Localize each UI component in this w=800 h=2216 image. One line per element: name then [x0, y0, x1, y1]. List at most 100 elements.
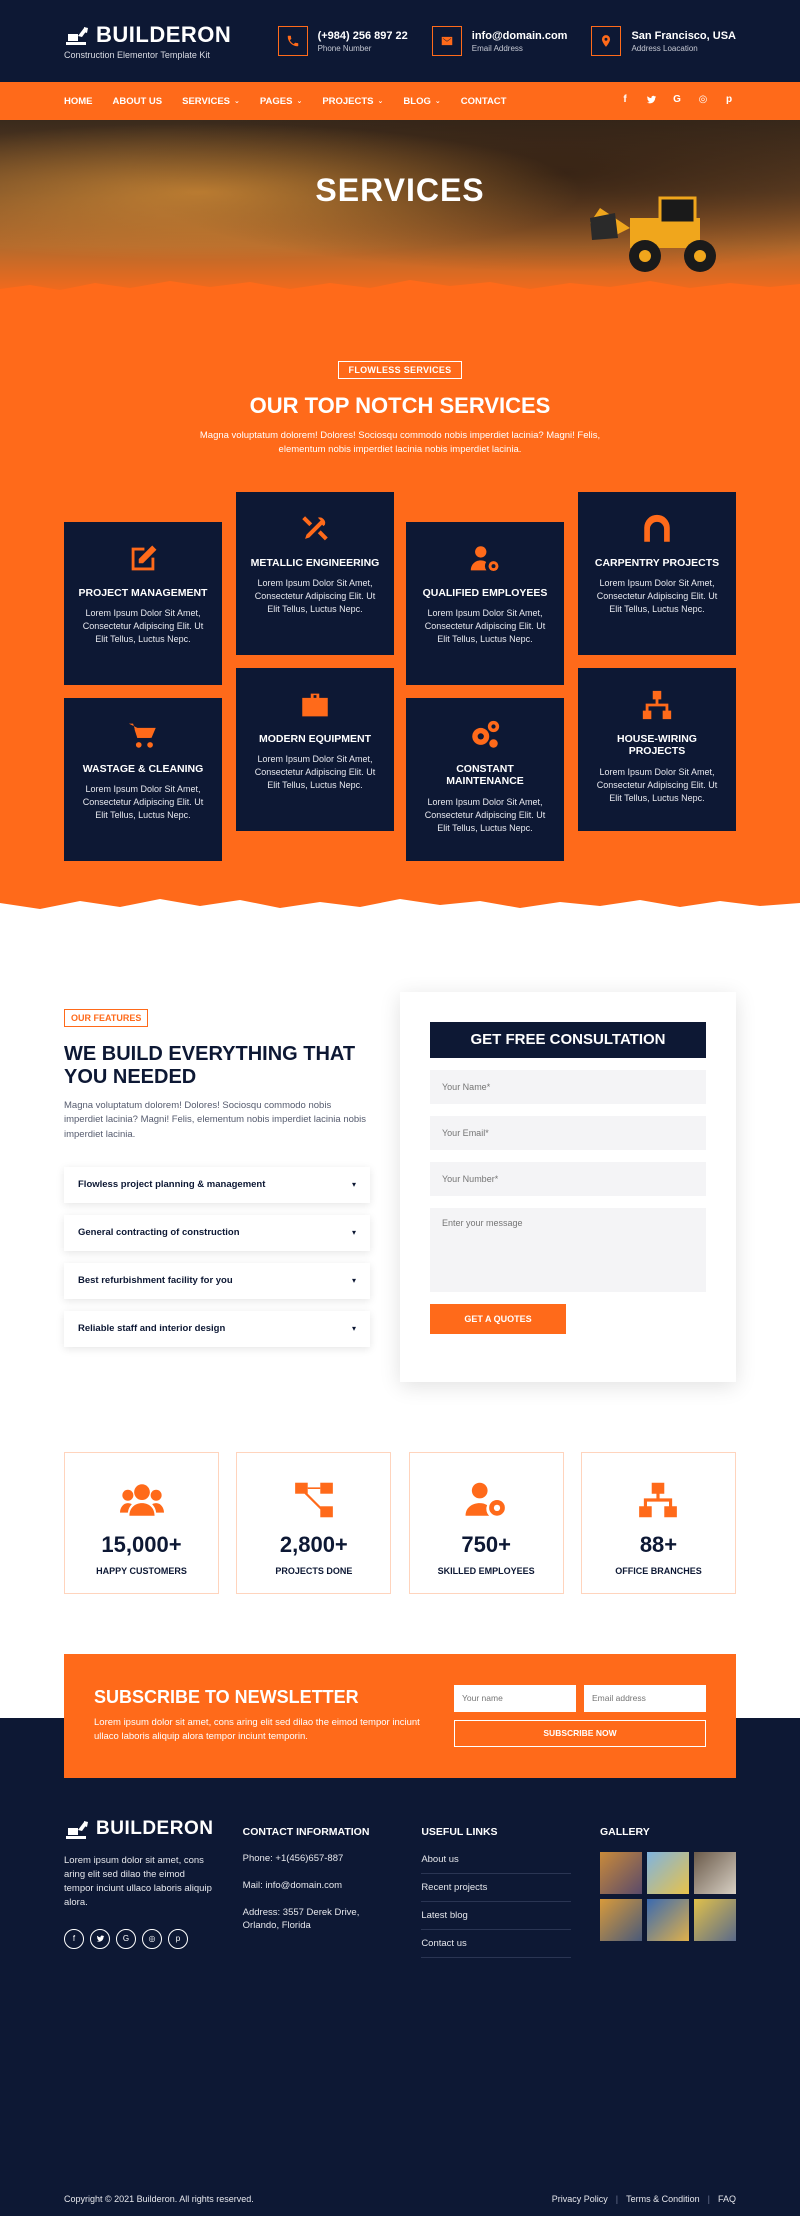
nav-home-label: HOME — [64, 95, 93, 107]
nav-home[interactable]: HOME — [64, 96, 93, 107]
stat-projects-done: 2,800+ PROJECTS DONE — [236, 1451, 392, 1594]
chevron-down-icon: ⌄ — [377, 98, 384, 105]
service-card-metallic-engineering[interactable]: METALLIC ENGINEERING Lorem Ipsum Dolor S… — [236, 491, 394, 655]
brand-tagline: Construction Elementor Template Kit — [64, 50, 210, 60]
pinterest-icon[interactable]: p — [722, 94, 736, 108]
subscribe-button[interactable]: SUBSCRIBE NOW — [454, 1719, 706, 1747]
user-gear-icon — [465, 1482, 506, 1516]
number-field[interactable] — [430, 1161, 706, 1196]
divider: | — [615, 2193, 619, 2204]
gallery-image[interactable] — [693, 1851, 736, 1894]
gallery-image[interactable] — [599, 1851, 642, 1894]
accordion-item[interactable]: Best refurbishment facility for you ▾ — [64, 1262, 370, 1299]
newsletter-name-input[interactable] — [454, 1684, 576, 1712]
contact-phone-label: Phone Number — [317, 43, 372, 53]
service-card-project-management[interactable]: PROJECT MANAGEMENT Lorem Ipsum Dolor Sit… — [64, 521, 222, 685]
footer-mail[interactable]: Mail: info@domain.com — [243, 1879, 393, 1892]
footer-link-contact[interactable]: Contact us — [421, 1930, 572, 1958]
consultation-form: GET FREE CONSULTATION GET A QUOTES — [400, 991, 736, 1382]
service-card-modern-equipment[interactable]: MODERN EQUIPMENT Lorem Ipsum Dolor Sit A… — [236, 667, 394, 831]
torn-edge-divider — [0, 898, 800, 923]
phone-icon — [277, 26, 308, 56]
footer-about-text: Lorem ipsum dolor sit amet, cons aring e… — [64, 1854, 212, 1909]
contact-email[interactable]: info@domain.com Email Address — [431, 26, 568, 56]
twitter-icon[interactable] — [644, 94, 658, 108]
contact-phone[interactable]: (+984) 256 897 22 Phone Number — [277, 26, 408, 56]
facebook-icon[interactable]: f — [64, 1928, 84, 1949]
nav-about-label: ABOUT US — [112, 95, 163, 107]
stat-label: SKILLED EMPLOYEES — [437, 1565, 535, 1576]
pinterest-icon[interactable]: p — [168, 1928, 188, 1949]
services-grid: PROJECT MANAGEMENT Lorem Ipsum Dolor Sit… — [64, 491, 736, 862]
accordion-item[interactable]: Flowless project planning & management ▾ — [64, 1166, 370, 1203]
stat-number: 2,800+ — [279, 1531, 348, 1557]
nav-blog[interactable]: BLOG ⌄ — [403, 96, 440, 107]
gallery-image[interactable] — [599, 1898, 642, 1941]
stat-label: HAPPY CUSTOMERS — [96, 1565, 187, 1576]
newsletter-email-input[interactable] — [584, 1684, 706, 1712]
cart-icon — [128, 723, 156, 748]
nav-pages[interactable]: PAGES ⌄ — [260, 96, 302, 107]
nav-contact[interactable]: CONTACT — [461, 96, 507, 107]
faq-link[interactable]: FAQ — [718, 2194, 736, 2204]
facebook-icon[interactable]: f — [618, 94, 632, 108]
service-card-constant-maintenance[interactable]: CONSTANT MAINTENANCE Lorem Ipsum Dolor S… — [406, 697, 564, 861]
top-header: BUILDERON Construction Elementor Templat… — [0, 0, 800, 82]
chevron-down-icon: ▾ — [351, 1276, 356, 1286]
instagram-icon[interactable]: ◎ — [696, 94, 710, 108]
nav-services-label: SERVICES — [182, 95, 230, 107]
nav-about[interactable]: ABOUT US — [113, 96, 163, 107]
nav-services[interactable]: SERVICES ⌄ — [182, 96, 240, 107]
features-description: Magna voluptatum dolorem! Dolores! Socio… — [64, 1099, 367, 1140]
google-icon[interactable]: G — [116, 1928, 136, 1949]
service-card-wastage-cleaning[interactable]: WASTAGE & CLEANING Lorem Ipsum Dolor Sit… — [64, 697, 222, 861]
stat-number: 88+ — [639, 1531, 678, 1557]
page-hero: SERVICES — [0, 120, 800, 300]
nav-pages-label: PAGES — [259, 95, 293, 107]
service-card-desc: Lorem Ipsum Dolor Sit Amet, Consectetur … — [82, 608, 204, 645]
twitter-icon[interactable] — [90, 1928, 110, 1949]
instagram-icon[interactable]: ◎ — [142, 1928, 162, 1949]
accordion-item[interactable]: Reliable staff and interior design ▾ — [64, 1310, 370, 1347]
service-card-qualified-employees[interactable]: QUALIFIED EMPLOYEES Lorem Ipsum Dolor Si… — [406, 521, 564, 685]
contact-email-value: info@domain.com — [471, 29, 568, 42]
footer-link-blog[interactable]: Latest blog — [421, 1902, 572, 1930]
accordion-item[interactable]: General contracting of construction ▾ — [64, 1214, 370, 1251]
name-field[interactable] — [430, 1069, 706, 1104]
footer-link-projects[interactable]: Recent projects — [421, 1874, 572, 1902]
footer-brand-name[interactable]: BUILDERON — [96, 1818, 213, 1840]
footer-link-about[interactable]: About us — [421, 1846, 572, 1874]
service-card-title: CARPENTRY PROJECTS — [594, 556, 720, 569]
contact-address[interactable]: San Francisco, USA Address Loacation — [591, 26, 736, 56]
footer-about: BUILDERON Lorem ipsum dolor sit amet, co… — [64, 1818, 214, 1958]
legal-links: Privacy Policy | Terms & Condition | FAQ — [552, 2194, 736, 2204]
gallery-image[interactable] — [646, 1851, 689, 1894]
footer-links-heading: USEFUL LINKS — [421, 1825, 498, 1838]
service-card-carpentry-projects[interactable]: CARPENTRY PROJECTS Lorem Ipsum Dolor Sit… — [578, 491, 736, 655]
service-card-house-wiring-projects[interactable]: HOUSE-WIRING PROJECTS Lorem Ipsum Dolor … — [578, 667, 736, 831]
google-icon[interactable]: G — [670, 94, 684, 108]
services-title: OUR TOP NOTCH SERVICES — [249, 393, 551, 418]
service-card-title: PROJECT MANAGEMENT — [78, 586, 208, 599]
contact-phone-value: (+984) 256 897 22 — [317, 29, 408, 42]
brand-logo[interactable]: BUILDERON Construction Elementor Templat… — [64, 22, 231, 60]
features-title: WE BUILD EVERYTHING THAT YOU NEEDED — [64, 1042, 356, 1088]
get-quote-button[interactable]: GET A QUOTES — [430, 1303, 566, 1334]
features-accordion: Flowless project planning & management ▾ … — [64, 1166, 370, 1347]
footer-phone: Phone: +1(456)657-887 — [242, 1852, 344, 1864]
service-card-title: HOUSE-WIRING PROJECTS — [617, 732, 697, 758]
terms-link[interactable]: Terms & Condition — [626, 2194, 700, 2204]
gallery-image[interactable] — [693, 1898, 736, 1941]
newsletter-description: Lorem ipsum dolor sit amet, cons aring e… — [94, 1716, 420, 1742]
gears-icon — [472, 720, 500, 748]
accordion-item-label: Reliable staff and interior design — [78, 1323, 226, 1335]
email-field[interactable] — [430, 1115, 706, 1150]
gallery-image[interactable] — [646, 1898, 689, 1941]
services-tag: FLOWLESS SERVICES — [337, 361, 463, 379]
nav-projects[interactable]: PROJECTS ⌄ — [322, 96, 383, 107]
message-field[interactable] — [430, 1207, 706, 1292]
footer-socials: f G ◎ p — [64, 1928, 214, 1949]
privacy-policy-link[interactable]: Privacy Policy — [552, 2194, 608, 2204]
services-description: Magna voluptatum dolorem! Dolores! Socio… — [199, 430, 601, 456]
service-card-title: WASTAGE & CLEANING — [82, 762, 204, 775]
